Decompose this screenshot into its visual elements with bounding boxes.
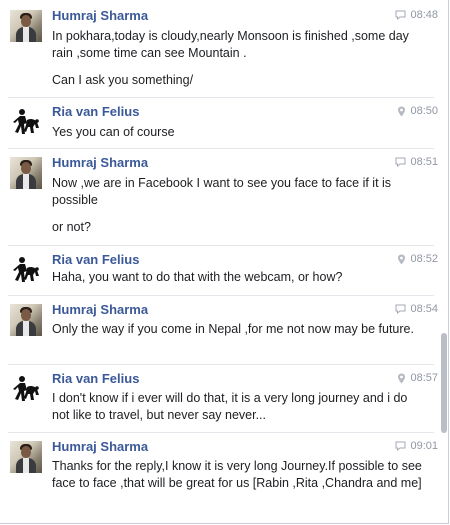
sender-name[interactable]: Humraj Sharma xyxy=(52,8,148,23)
message-timestamp: 08:54 xyxy=(395,303,438,315)
message-text: I don't know if i ever will do that, it … xyxy=(52,391,408,422)
sender-name[interactable]: Humraj Sharma xyxy=(52,155,148,170)
message-bubble-icon xyxy=(395,304,406,314)
message-timestamp: 08:52 xyxy=(397,253,438,265)
avatar[interactable] xyxy=(10,304,42,336)
message-text: or not? xyxy=(52,220,91,234)
message-timestamp: 08:50 xyxy=(397,105,438,117)
message-timestamp: 08:48 xyxy=(395,9,438,21)
avatar[interactable] xyxy=(10,254,42,286)
message-text: In pokhara,today is cloudy,nearly Monsoo… xyxy=(52,29,409,60)
avatar[interactable] xyxy=(10,373,42,405)
sender-name[interactable]: Humraj Sharma xyxy=(52,302,148,317)
sender-name[interactable]: Ria van Felius xyxy=(52,104,139,119)
chat-window: Humraj Sharma 08:48 In pokhara,today is cl… xyxy=(0,0,449,524)
message-text: Now ,we are in Facebook I want to see yo… xyxy=(52,176,392,207)
scrollbar-thumb[interactable] xyxy=(441,333,447,433)
scrollbar[interactable] xyxy=(440,0,449,524)
message-text: Thanks for the reply,I know it is very l… xyxy=(52,459,422,490)
location-pin-icon xyxy=(397,373,406,384)
location-pin-icon xyxy=(397,106,406,117)
message-text: Yes you can of course xyxy=(52,125,175,139)
message-bubble-icon xyxy=(395,157,406,167)
location-pin-icon xyxy=(397,254,406,265)
message-bubble-icon xyxy=(395,441,406,451)
timestamp-text: 08:57 xyxy=(410,372,438,384)
message-thread[interactable]: Humraj Sharma 08:48 In pokhara,today is cl… xyxy=(0,0,438,524)
sender-name[interactable]: Ria van Felius xyxy=(52,252,139,267)
avatar[interactable] xyxy=(10,157,42,189)
message-timestamp: 08:51 xyxy=(395,156,438,168)
avatar[interactable] xyxy=(10,10,42,42)
message-timestamp: 09:01 xyxy=(395,440,438,452)
message-text: Only the way if you come in Nepal ,for m… xyxy=(52,322,414,336)
message-text: Can I ask you something/ xyxy=(52,73,194,87)
timestamp-text: 08:48 xyxy=(410,9,438,21)
timestamp-text: 08:52 xyxy=(410,253,438,265)
timestamp-text: 08:54 xyxy=(410,303,438,315)
timestamp-text: 08:50 xyxy=(410,105,438,117)
message-text: Haha, you want to do that with the webca… xyxy=(52,270,343,284)
timestamp-text: 09:01 xyxy=(410,440,438,452)
sender-name[interactable]: Ria van Felius xyxy=(52,371,139,386)
avatar[interactable] xyxy=(10,106,42,138)
avatar[interactable] xyxy=(10,441,42,473)
sender-name[interactable]: Humraj Sharma xyxy=(52,439,148,454)
timestamp-text: 08:51 xyxy=(410,156,438,168)
message-bubble-icon xyxy=(395,10,406,20)
message-timestamp: 08:57 xyxy=(397,372,438,384)
